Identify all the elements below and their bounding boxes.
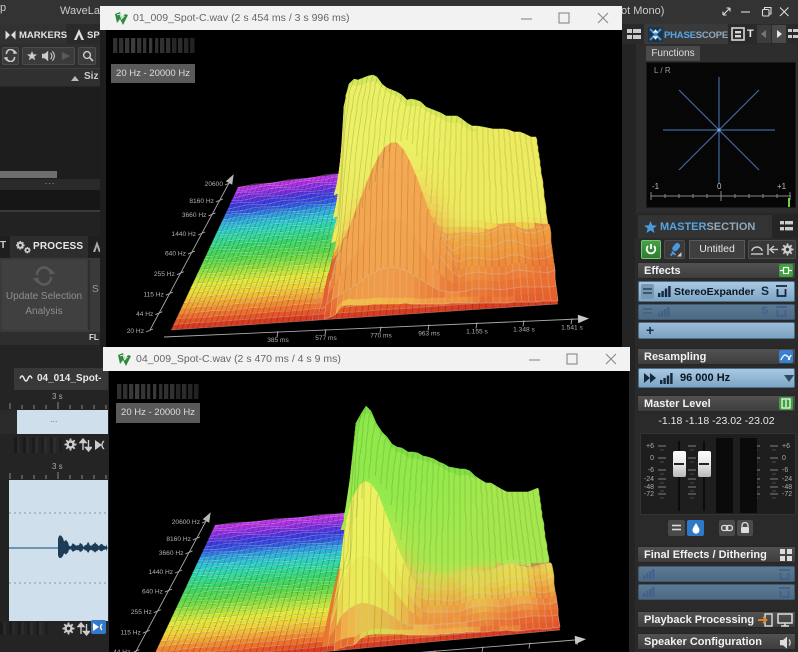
svg-text:-6: -6 [648,467,654,474]
svg-text:8160 Hz: 8160 Hz [166,536,191,543]
svg-text:8160 Hz: 8160 Hz [189,198,214,205]
svg-text:640 Hz: 640 Hz [142,588,163,595]
svg-text:3660 Hz: 3660 Hz [159,550,184,557]
svg-text:115 Hz: 115 Hz [120,630,140,637]
svg-text:640 Hz: 640 Hz [165,250,186,257]
svg-text:1440 Hz: 1440 Hz [149,569,174,576]
svg-text:577 ms: 577 ms [315,335,337,342]
svg-text:20 Hz: 20 Hz [127,328,144,335]
svg-text:44 Hz: 44 Hz [136,311,153,318]
svg-text:+6: +6 [782,443,790,450]
svg-text:115 Hz: 115 Hz [143,291,163,298]
svg-text:+6: +6 [646,443,654,450]
svg-text:1440 Hz: 1440 Hz [172,231,197,238]
svg-text:20600: 20600 [205,181,224,188]
svg-text:-72: -72 [782,491,792,498]
svg-text:385 ms: 385 ms [267,337,289,344]
svg-text:770 ms: 770 ms [370,333,392,340]
svg-text:-24: -24 [782,476,792,483]
svg-text:0: 0 [782,455,786,462]
svg-text:20600 Hz: 20600 Hz [172,519,200,526]
svg-text:1.155 s: 1.155 s [466,328,488,335]
svg-text:+1: +1 [777,182,787,191]
svg-text:255 Hz: 255 Hz [154,271,175,278]
svg-text:-48: -48 [644,484,654,491]
svg-text:-6: -6 [782,467,788,474]
svg-text:0: 0 [717,182,722,191]
svg-text:3660 Hz: 3660 Hz [182,212,207,219]
svg-text:1.348 s: 1.348 s [513,326,535,333]
svg-text:963 ms: 963 ms [418,331,440,338]
svg-text:-24: -24 [644,476,654,483]
svg-text:-1: -1 [652,182,660,191]
svg-text:255 Hz: 255 Hz [131,609,152,616]
svg-text:0: 0 [650,455,654,462]
svg-text:-72: -72 [644,491,654,498]
svg-text:-48: -48 [782,484,792,491]
svg-text:1.541 s: 1.541 s [561,324,583,331]
